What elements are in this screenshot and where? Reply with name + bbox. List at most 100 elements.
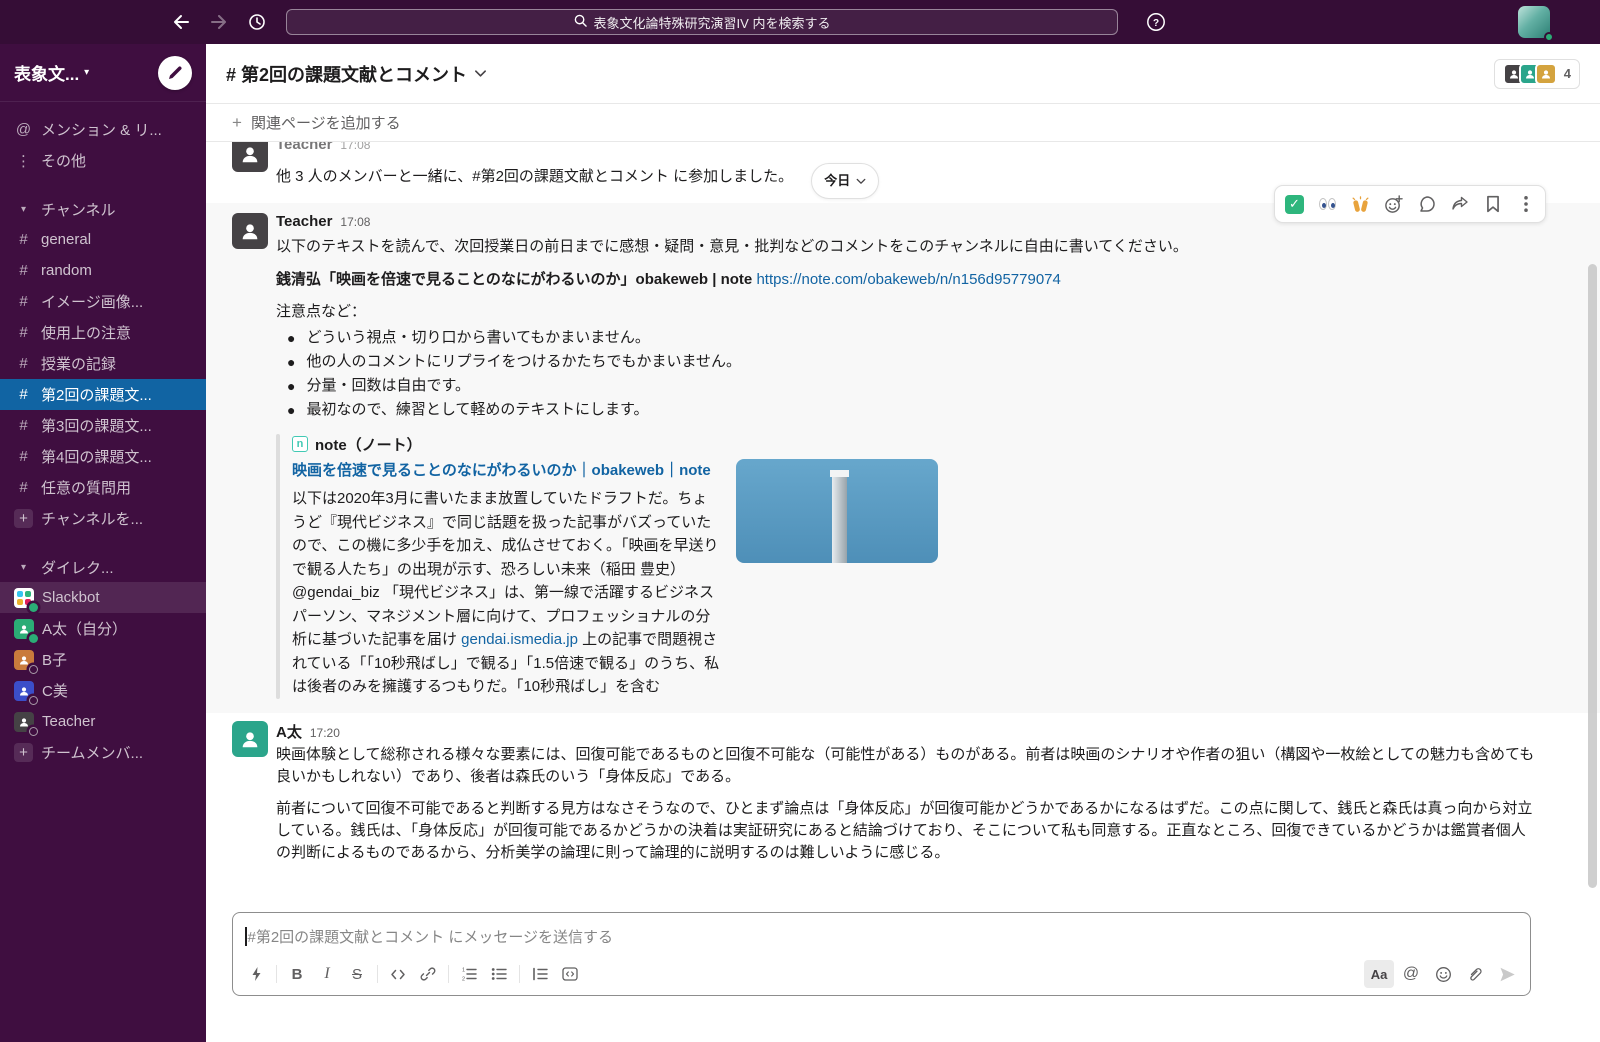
hash-icon: # — [14, 448, 33, 465]
attachment-title-link[interactable]: 映画を倍速で見ることのなにがわるいのか｜obakeweb｜note — [292, 459, 722, 483]
author-name[interactable]: Teacher — [276, 213, 332, 230]
add-teammates-button[interactable]: + チームメンバ... — [0, 737, 206, 768]
dm-item-b-ko[interactable]: B子 — [0, 644, 206, 675]
code-icon[interactable] — [383, 960, 413, 988]
citation-url-link[interactable]: https://note.com/obakeweb/n/n156d9577907… — [756, 271, 1060, 288]
attachment-description: 以下は2020年3月に書いたまま放置していたドラフトだ。ちょうど『現代ビジネス』… — [292, 487, 722, 699]
kebab-icon — [1518, 195, 1534, 213]
dm-label: Teacher — [42, 713, 95, 730]
message-input[interactable]: #第2回の課題文献とコメント にメッセージを送信する — [233, 913, 1530, 956]
bullet-icon: ● — [287, 350, 295, 374]
mention-icon[interactable]: @ — [1396, 960, 1426, 988]
send-icon[interactable] — [1492, 960, 1522, 988]
attachment-icon[interactable] — [1460, 960, 1490, 988]
a-ta-avatar[interactable] — [232, 721, 268, 757]
back-arrow-icon[interactable] — [170, 11, 192, 33]
show-formatting-button[interactable]: Aa — [1364, 960, 1394, 988]
share-message-button[interactable] — [1443, 189, 1476, 219]
add-teammates-label: チームメンバ... — [41, 742, 143, 763]
teacher-avatar[interactable] — [232, 142, 268, 172]
workspace-header[interactable]: 表象文... ▾ — [0, 44, 206, 102]
dm-label: Slackbot — [42, 589, 100, 606]
search-input[interactable]: 表象文化論特殊研究演習IV 内を検索する — [286, 9, 1118, 35]
message-body: A太 17:20 映画体験として総称される様々な要素には、回復可能であるものと回… — [276, 721, 1536, 864]
channel-label: 第4回の課題文... — [41, 446, 152, 467]
add-related-pages-bar[interactable]: + 関連ページを追加する — [206, 104, 1600, 142]
message-timestamp[interactable]: 17:08 — [340, 215, 370, 229]
gendai-ismedia-link[interactable]: gendai.ismedia.jp — [461, 631, 578, 648]
help-icon[interactable]: ? — [1144, 10, 1168, 34]
code-block-icon[interactable] — [555, 960, 585, 988]
channel-item-assignment-4[interactable]: # 第4回の課題文... — [0, 441, 206, 472]
channel-item-assignment-2[interactable]: # 第2回の課題文... — [0, 379, 206, 410]
channel-item-random[interactable]: # random — [0, 255, 206, 286]
dm-label: A太（自分） — [42, 618, 127, 639]
attachment-thumbnail-image[interactable] — [736, 459, 938, 563]
save-for-later-button[interactable] — [1476, 189, 1509, 219]
more-actions-button[interactable] — [1509, 189, 1542, 219]
dm-item-slackbot[interactable]: Slackbot — [0, 582, 206, 613]
vertical-scrollbar[interactable] — [1588, 264, 1597, 888]
reply-in-thread-button[interactable] — [1410, 189, 1443, 219]
forward-arrow-icon[interactable] — [208, 11, 230, 33]
attachment-border-bar — [276, 434, 280, 699]
hash-icon: # — [14, 417, 33, 434]
hash-icon: # — [14, 293, 33, 310]
body-row: 表象文... ▾ @ メンション & リ... ⋮ その他 ▾ チャンネル — [0, 44, 1600, 1042]
ordered-list-icon[interactable]: 12 — [454, 960, 484, 988]
bulleted-list-icon[interactable] — [484, 960, 514, 988]
history-clock-icon[interactable] — [246, 11, 268, 33]
new-message-button[interactable] — [158, 56, 192, 90]
sidebar-item-label: メンション & リ... — [41, 119, 162, 140]
sidebar-item-more[interactable]: ⋮ その他 — [0, 145, 206, 176]
bullet-text: 他の人のコメントにリプライをつけるかたちでもかまいません。 — [306, 350, 741, 374]
dms-section-label: ダイレク... — [41, 557, 114, 578]
date-divider-pill[interactable]: 今日 — [811, 163, 879, 199]
member-list-button[interactable]: 4 — [1494, 59, 1580, 89]
reaction-raised-hands-button[interactable] — [1344, 189, 1377, 219]
raised-hands-emoji-icon — [1351, 196, 1370, 213]
emoji-icon[interactable] — [1428, 960, 1458, 988]
author-name[interactable]: Teacher — [276, 142, 332, 153]
bold-icon[interactable]: B — [282, 960, 312, 988]
reaction-eyes-button[interactable] — [1311, 189, 1344, 219]
user-avatar[interactable] — [1518, 6, 1550, 38]
add-reaction-button[interactable] — [1377, 189, 1410, 219]
channel-item-general[interactable]: # general — [0, 224, 206, 255]
sidebar-item-mentions[interactable]: @ メンション & リ... — [0, 114, 206, 145]
teacher-avatar[interactable] — [232, 213, 268, 249]
channel-item-questions[interactable]: # 任意の質問用 — [0, 472, 206, 503]
reaction-white-check-mark-button[interactable]: ✓ — [1278, 189, 1311, 219]
main-pane: # 第2回の課題文献とコメント 4 + 関連ページを追加する — [206, 44, 1600, 1042]
strikethrough-icon[interactable]: S — [342, 960, 372, 988]
plus-icon: + — [232, 113, 242, 133]
dm-item-teacher[interactable]: Teacher — [0, 706, 206, 737]
bullet-icon: ● — [287, 398, 295, 422]
channel-item-image[interactable]: # イメージ画像... — [0, 286, 206, 317]
channel-item-assignment-3[interactable]: # 第3回の課題文... — [0, 410, 206, 441]
white-check-mark-emoji-icon: ✓ — [1285, 195, 1304, 214]
bullet-text: 最初なので、練習として軽めのテキストにします。 — [306, 398, 648, 422]
blockquote-icon[interactable] — [525, 960, 555, 988]
add-channel-button[interactable]: + チャンネルを... — [0, 503, 206, 534]
hash-icon: # — [14, 324, 33, 341]
message-timestamp[interactable]: 17:08 — [340, 142, 370, 152]
bookmark-icon — [1485, 195, 1501, 213]
dms-section-header[interactable]: ▾ ダイレク... — [0, 552, 206, 582]
channel-item-class-records[interactable]: # 授業の記録 — [0, 348, 206, 379]
channel-header: # 第2回の課題文献とコメント 4 — [206, 44, 1600, 104]
channel-title-button[interactable]: # 第2回の課題文献とコメント — [226, 61, 487, 87]
italic-icon[interactable]: I — [312, 960, 342, 988]
message-timestamp[interactable]: 17:20 — [310, 726, 340, 740]
attachment-desc-text: 以下は2020年3月に書いたまま放置していたドラフトだ。ちょうど『現代ビジネス』… — [292, 490, 718, 648]
author-name[interactable]: A太 — [276, 721, 302, 742]
presence-dot — [29, 603, 38, 612]
add-related-pages-label: 関連ページを追加する — [251, 112, 401, 133]
caret-down-icon: ▾ — [14, 204, 33, 215]
shortcuts-lightning-icon[interactable] — [241, 960, 271, 988]
channel-item-usage-notes[interactable]: # 使用上の注意 — [0, 317, 206, 348]
link-icon[interactable] — [413, 960, 443, 988]
channels-section-header[interactable]: ▾ チャンネル — [0, 194, 206, 224]
dm-item-a-ta-self[interactable]: A太（自分） — [0, 613, 206, 644]
dm-item-c-mi[interactable]: C美 — [0, 675, 206, 706]
